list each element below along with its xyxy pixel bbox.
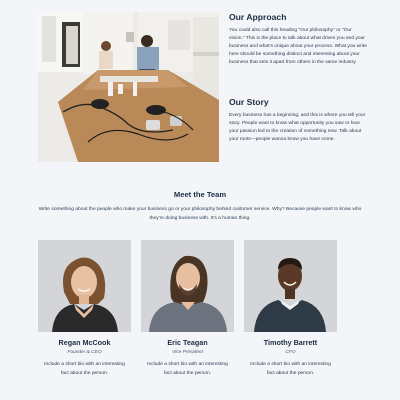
member-name: Regan McCook bbox=[58, 338, 111, 347]
member-name: Eric Teagan bbox=[167, 338, 208, 347]
member-bio: Include a short bio with an interesting … bbox=[147, 362, 228, 376]
team-intro: Write something about the people who mak… bbox=[38, 207, 362, 221]
member-name: Timothy Barrett bbox=[263, 338, 318, 347]
approach-section: Our Approach You could also call this he… bbox=[229, 12, 367, 67]
office-photo bbox=[38, 12, 219, 162]
member-photo bbox=[141, 240, 234, 332]
member-photo bbox=[38, 240, 131, 332]
member-role: Founder & CEO bbox=[67, 350, 102, 355]
member-bio: Include a short bio with an interesting … bbox=[250, 362, 331, 376]
member-role: CFO bbox=[285, 350, 296, 355]
member-photo bbox=[244, 240, 337, 332]
team-member-card: Regan McCook Founder & CEO Include a sho… bbox=[38, 240, 131, 378]
team-member-card: Eric Teagan Vice President Include a sho… bbox=[141, 240, 234, 378]
member-role: Vice President bbox=[172, 350, 203, 355]
approach-heading: Our Approach bbox=[229, 12, 287, 22]
approach-text: You could also call this heading "Our ph… bbox=[229, 28, 367, 65]
team-heading: Meet the Team bbox=[173, 190, 227, 199]
story-section: Our Story Every business has a beginning… bbox=[229, 97, 367, 144]
team-member-card: Timothy Barrett CFO Include a short bio … bbox=[244, 240, 337, 378]
story-text: Every business has a beginning, and this… bbox=[229, 113, 366, 142]
member-bio: Include a short bio with an interesting … bbox=[44, 362, 125, 376]
story-heading: Our Story bbox=[229, 97, 269, 107]
